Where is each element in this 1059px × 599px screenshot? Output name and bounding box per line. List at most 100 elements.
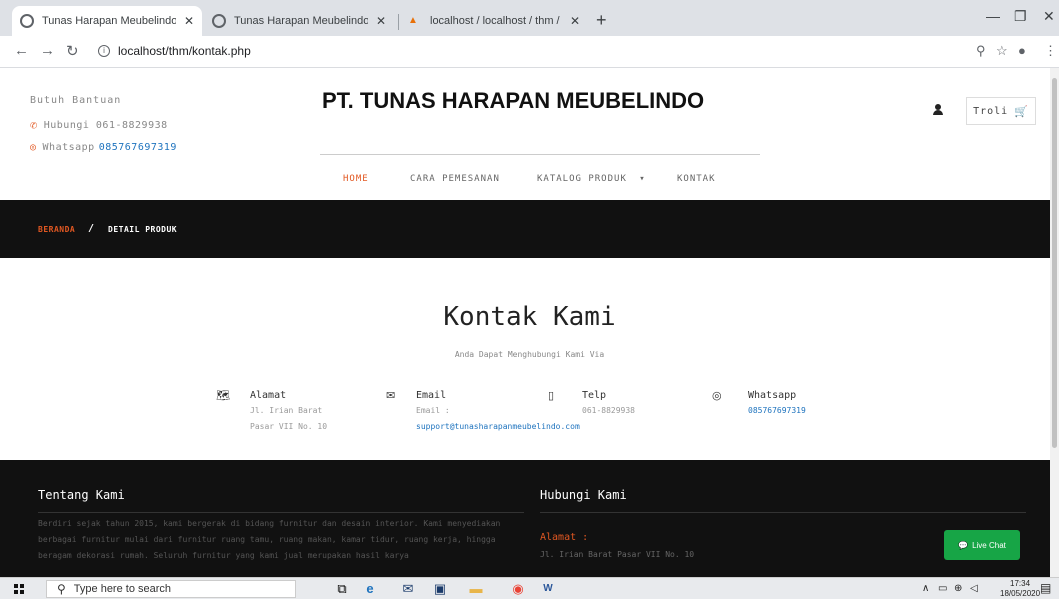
tab-title: Tunas Harapan Meubelindo xyxy=(234,15,368,27)
info-icon[interactable]: i xyxy=(98,45,110,57)
battery-icon[interactable]: ▭ xyxy=(938,583,947,594)
phone-text: Hubungi 061-8829938 xyxy=(43,119,168,131)
whatsapp-contact: ◎ Whatsapp 085767697319 xyxy=(30,142,177,153)
tab-title: Tunas Harapan Meubelindo xyxy=(42,15,176,27)
globe-icon xyxy=(20,14,34,28)
alamat-line-2: Pasar VII No. 10 xyxy=(250,422,328,431)
whatsapp-label: Whatsapp xyxy=(748,390,797,401)
restore-icon[interactable]: ❐ xyxy=(1014,8,1027,25)
menu-katalog-produk[interactable]: KATALOG PRODUK ▾ xyxy=(537,174,646,184)
cart-label: Troli xyxy=(973,105,1009,117)
help-label: Butuh Bantuan xyxy=(30,95,122,106)
notification-icon[interactable]: ▤ xyxy=(1040,581,1051,595)
browser-tabbar: Tunas Harapan Meubelindo ✕ Tunas Harapan… xyxy=(0,0,1059,36)
new-tab-button[interactable]: + xyxy=(596,10,607,31)
globe-icon xyxy=(212,14,226,28)
brand-title[interactable]: PT. TUNAS HARAPAN MEUBELINDO xyxy=(322,88,704,114)
footer-alamat-value: Jl. Irian Barat Pasar VII No. 10 xyxy=(540,550,695,559)
zoom-icon[interactable]: ⚲ xyxy=(976,43,986,59)
whatsapp-icon: ◎ xyxy=(30,142,37,153)
whatsapp-label: Whatsapp xyxy=(42,142,95,153)
email-link[interactable]: support@tunasharapanmeubelindo.com xyxy=(416,422,580,431)
menu-cara-pemesanan[interactable]: CARA PEMESANAN xyxy=(410,174,500,184)
close-window-icon[interactable]: ✕ xyxy=(1043,8,1055,25)
page-title: Kontak Kami xyxy=(443,302,616,332)
whatsapp-icon: ◎ xyxy=(712,390,722,402)
tab-title: localhost / localhost / thm / surv xyxy=(430,15,562,27)
tab-divider xyxy=(398,14,399,30)
cart-icon: 🛒 xyxy=(1014,104,1029,118)
live-chat-button[interactable]: 💬 Live Chat xyxy=(944,530,1020,560)
whatsapp-number-link[interactable]: 085767697319 xyxy=(99,142,177,153)
footer-alamat-label: Alamat : xyxy=(540,532,589,543)
footer: Tentang Kami Berdiri sejak tahun 2015, k… xyxy=(0,460,1059,577)
telp-number: 061-8829938 xyxy=(582,406,635,415)
taskbar: ⚲ Type here to search ⧉ e ✉ ▣ ▬ ◉ W ∧ ▭ … xyxy=(0,577,1059,599)
alamat-line-1: Jl. Irian Barat xyxy=(250,406,323,415)
file-explorer-icon[interactable]: ▬ xyxy=(468,581,484,597)
envelope-icon: ✉ xyxy=(386,390,396,402)
browser-tab-2[interactable]: Tunas Harapan Meubelindo ✕ xyxy=(204,6,394,36)
edge-icon[interactable]: e xyxy=(362,581,378,597)
phpmyadmin-icon: ▲ xyxy=(408,15,418,26)
cart-button[interactable]: Troli 🛒 xyxy=(966,97,1036,125)
forward-icon[interactable]: → xyxy=(40,42,55,59)
chrome-icon[interactable]: ◉ xyxy=(510,581,526,597)
close-tab-icon[interactable]: ✕ xyxy=(184,14,194,28)
user-icon[interactable] xyxy=(933,104,943,116)
chat-icon: 💬 xyxy=(958,540,969,550)
store-icon[interactable]: ▣ xyxy=(432,581,448,597)
task-view-icon[interactable]: ⧉ xyxy=(334,581,350,597)
bookmark-star-icon[interactable]: ☆ xyxy=(996,43,1008,59)
minimize-icon[interactable]: — xyxy=(986,8,1000,24)
taskbar-search-placeholder: Type here to search xyxy=(73,583,172,595)
clock-date: 18/05/2020 xyxy=(1000,589,1041,598)
footer-divider xyxy=(38,512,524,513)
close-tab-icon[interactable]: ✕ xyxy=(376,14,386,28)
mobile-icon: ▯ xyxy=(548,390,555,402)
volume-icon[interactable]: ◁ xyxy=(970,583,978,594)
word-icon[interactable]: W xyxy=(540,581,556,597)
address-bar: ← → ↻ i localhost/thm/kontak.php ⚲ ☆ ● ⋮ xyxy=(0,36,1059,68)
whatsapp-link[interactable]: 085767697319 xyxy=(748,406,806,415)
chevron-up-icon[interactable]: ∧ xyxy=(922,583,929,594)
close-tab-icon[interactable]: ✕ xyxy=(570,14,580,28)
breadcrumb: BERANDA / DETAIL PRODUK xyxy=(0,200,1059,258)
footer-about-title: Tentang Kami xyxy=(38,488,125,502)
url-field[interactable]: i localhost/thm/kontak.php xyxy=(98,44,251,58)
footer-contact-title: Hubungi Kami xyxy=(540,488,627,502)
mail-icon[interactable]: ✉ xyxy=(400,581,416,597)
back-icon[interactable]: ← xyxy=(14,42,29,59)
map-icon: 🗺 xyxy=(216,390,230,402)
browser-tab-1[interactable]: Tunas Harapan Meubelindo ✕ xyxy=(12,6,202,36)
menu-dots-icon[interactable]: ⋮ xyxy=(1044,43,1057,59)
menu-home[interactable]: HOME xyxy=(343,174,369,184)
breadcrumb-current: DETAIL PRODUK xyxy=(108,225,178,234)
web-page: Butuh Bantuan ✆ Hubungi 061-8829938 ◎ Wh… xyxy=(0,68,1059,577)
live-chat-label: Live Chat xyxy=(972,540,1006,550)
clock-time: 17:34 xyxy=(1010,579,1031,588)
browser-tab-3[interactable]: ▲ localhost / localhost / thm / surv ✕ xyxy=(400,6,588,36)
clock[interactable]: 17:34 18/05/2020 xyxy=(1000,579,1040,599)
reload-icon[interactable]: ↻ xyxy=(66,42,79,60)
phone-contact: ✆ Hubungi 061-8829938 xyxy=(30,118,168,132)
breadcrumb-separator: / xyxy=(88,223,95,234)
network-icon[interactable]: ⊕ xyxy=(954,583,962,594)
phone-icon: ✆ xyxy=(30,118,38,132)
alamat-label: Alamat xyxy=(250,390,287,401)
search-icon: ⚲ xyxy=(57,582,66,596)
windows-start-icon[interactable] xyxy=(14,584,24,594)
breadcrumb-home-link[interactable]: BERANDA xyxy=(38,225,75,234)
menu-kontak[interactable]: KONTAK xyxy=(677,174,716,184)
email-label: Email xyxy=(416,390,447,401)
footer-about-text: Berdiri sejak tahun 2015, kami bergerak … xyxy=(38,519,501,560)
taskbar-search[interactable]: ⚲ Type here to search xyxy=(46,580,296,598)
page-subtitle: Anda Dapat Menghubungi Kami Via xyxy=(454,350,605,359)
telp-label: Telp xyxy=(582,390,607,401)
brand-divider xyxy=(320,154,760,155)
url-text: localhost/thm/kontak.php xyxy=(118,44,251,58)
profile-icon[interactable]: ● xyxy=(1018,43,1026,58)
scrollbar-thumb[interactable] xyxy=(1052,78,1057,448)
caret-down-icon: ▾ xyxy=(639,174,646,184)
menu-label: KATALOG PRODUK xyxy=(537,174,627,184)
